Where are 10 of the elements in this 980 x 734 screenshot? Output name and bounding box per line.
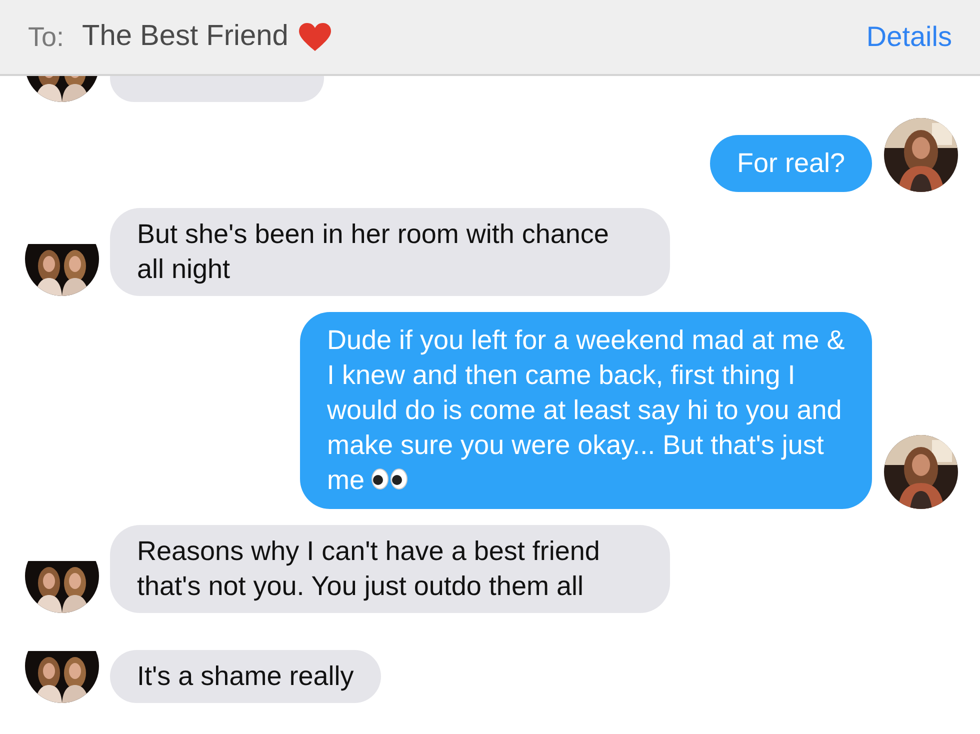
received-message-bubble: It's a shame really: [110, 650, 381, 703]
sent-message-bubble: Dude if you left for a weekend mad at me & I knew and then came back, first thing I would do is come at least say hi to you and make sure you were okay... But that's just me: [300, 312, 872, 509]
to-label: To:: [28, 20, 64, 54]
received-message-bubble: Reasons why I can't have a best friend that's not you. You just outdo them all: [110, 525, 670, 613]
received-message-bubble: But she's been in her room with chance all night: [110, 208, 670, 296]
recipient-name: The Best Friend: [82, 19, 288, 54]
eyes-icon: [370, 467, 409, 491]
heart-icon: [298, 22, 332, 52]
sent-message-bubble: For real?: [710, 135, 872, 192]
details-link[interactable]: Details: [866, 16, 952, 58]
